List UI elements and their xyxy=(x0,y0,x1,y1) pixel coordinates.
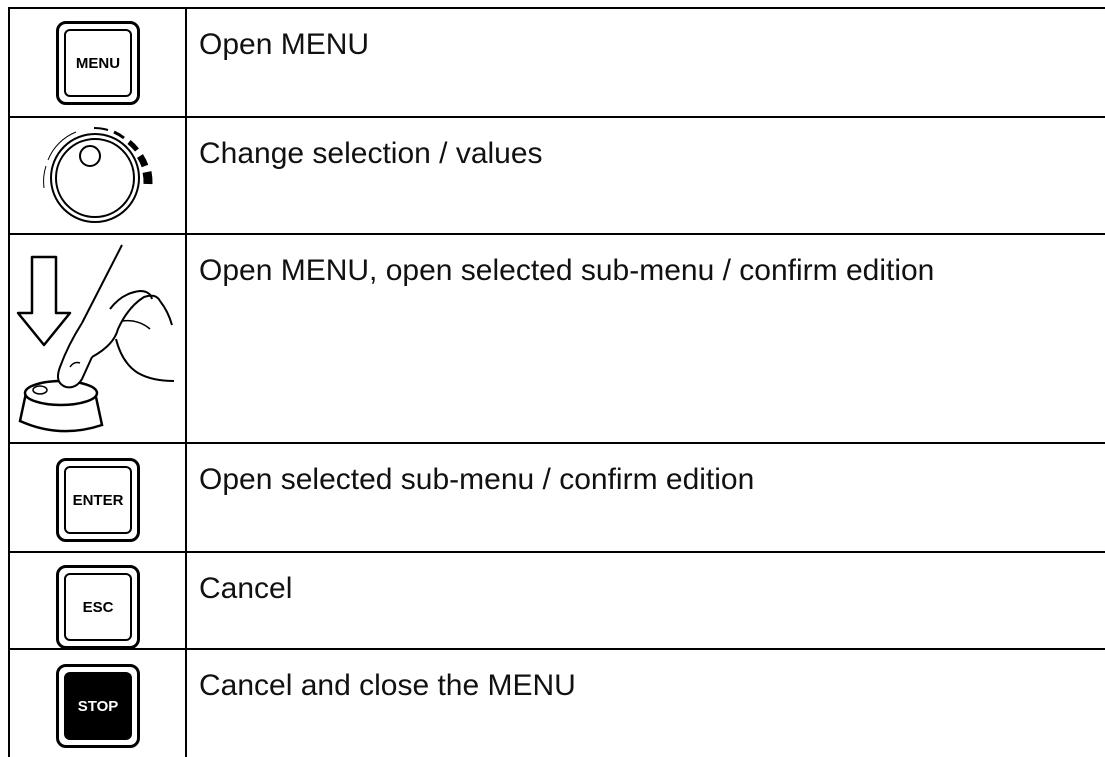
esc-key-icon: ESC xyxy=(56,565,140,649)
table-row: STOP Cancel and close the MENU xyxy=(8,648,1105,757)
enter-key-label: ENTER xyxy=(64,466,132,534)
icon-cell xyxy=(10,235,185,442)
table-row: Open MENU, open selected sub-menu / conf… xyxy=(8,233,1105,442)
description-text: Change selection / values xyxy=(199,137,543,170)
icon-cell: ENTER xyxy=(10,444,185,551)
icon-cell xyxy=(10,118,185,233)
esc-key-label: ESC xyxy=(64,573,132,641)
menu-key-label: MENU xyxy=(64,29,132,97)
key-function-table: MENU Open MENU Change selection / values… xyxy=(8,7,1105,757)
table-row: ENTER Open selected sub-menu / confirm e… xyxy=(8,442,1105,551)
stop-key-label: STOP xyxy=(64,672,132,740)
enter-key-icon: ENTER xyxy=(56,458,140,542)
rotary-knob-icon xyxy=(43,127,153,223)
table-row: MENU Open MENU xyxy=(8,7,1105,116)
icon-cell: MENU xyxy=(10,9,185,116)
description-text: Open selected sub-menu / confirm edition xyxy=(199,463,755,496)
table-column-divider xyxy=(185,7,187,757)
stop-key-icon: STOP xyxy=(56,664,140,748)
table-row: Change selection / values xyxy=(8,116,1105,233)
description-text: Cancel xyxy=(199,572,293,605)
description-text: Open MENU, open selected sub-menu / conf… xyxy=(199,254,935,287)
table-row: ESC Cancel xyxy=(8,551,1105,649)
icon-cell: ESC xyxy=(10,553,185,649)
press-knob-icon xyxy=(16,244,175,433)
description-text: Open MENU xyxy=(199,28,370,61)
icon-cell: STOP xyxy=(10,650,185,757)
description-text: Cancel and close the MENU xyxy=(199,669,576,702)
menu-key-icon: MENU xyxy=(56,21,140,105)
